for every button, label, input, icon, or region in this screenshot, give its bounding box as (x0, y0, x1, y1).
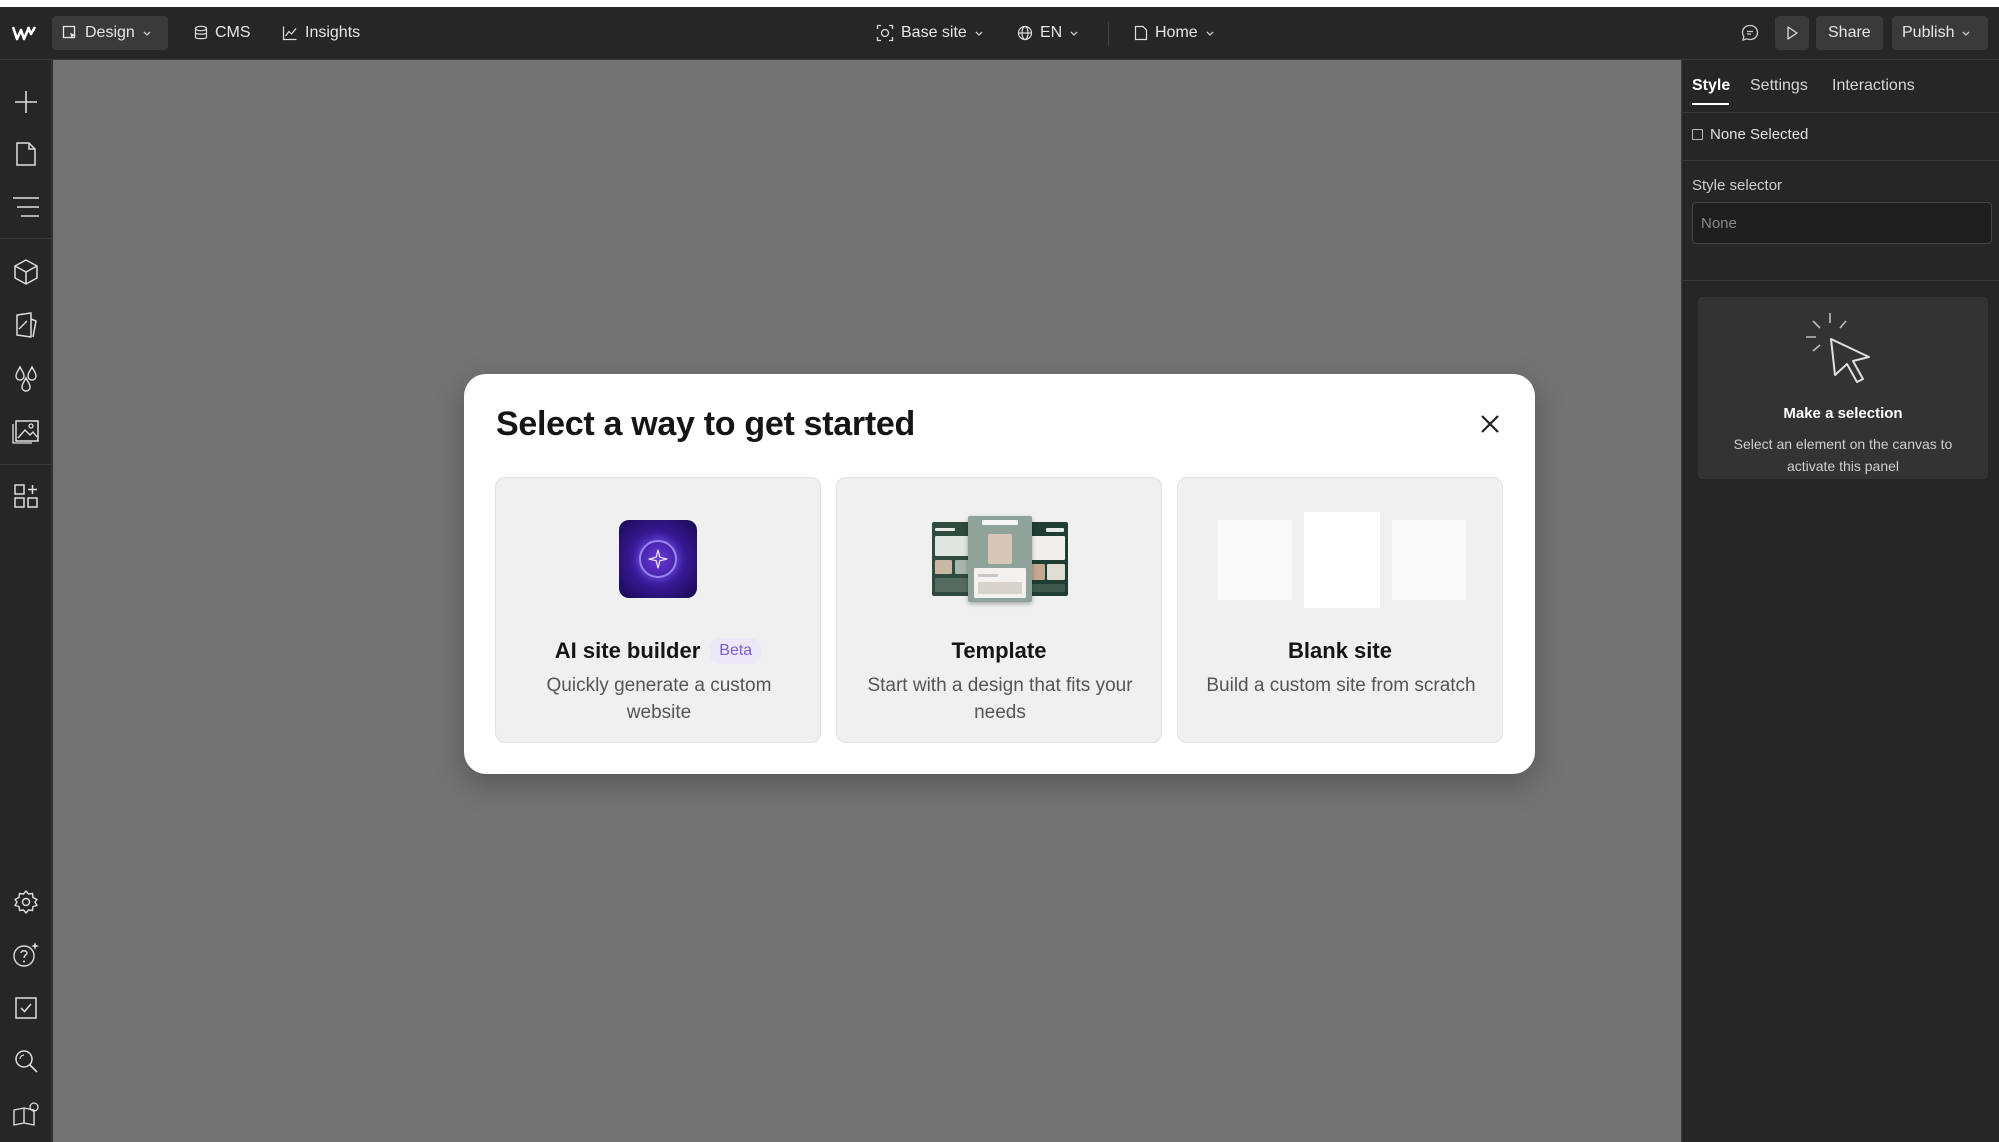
share-label: Share (1828, 24, 1871, 41)
style-manager-icon[interactable] (10, 309, 42, 341)
chevron-down-icon (143, 31, 151, 36)
close-icon[interactable] (1478, 412, 1502, 436)
insights-button[interactable]: Insights (272, 16, 370, 50)
sidebar-divider (0, 238, 52, 239)
share-button[interactable]: Share (1816, 16, 1883, 50)
template-option[interactable]: Template Start with a design that fits y… (836, 477, 1162, 743)
chevron-down-icon (1070, 31, 1078, 36)
locale-dropdown[interactable]: EN (1007, 16, 1089, 50)
assets-icon[interactable] (10, 415, 42, 447)
toolbar-divider (1108, 22, 1109, 46)
cursor-click-icon (1806, 313, 1870, 383)
line-chart-icon (282, 26, 297, 41)
comments-button[interactable] (1732, 16, 1768, 50)
insights-label: Insights (305, 24, 361, 41)
chevron-down-icon (1963, 31, 1970, 36)
audit-checkbox-icon[interactable] (10, 992, 42, 1024)
locale-label: EN (1040, 24, 1063, 41)
globe-icon (1017, 25, 1033, 41)
chevron-down-icon (1206, 31, 1214, 36)
get-started-modal: Select a way to get started AI site buil… (464, 374, 1535, 774)
variables-icon[interactable] (10, 362, 42, 394)
database-icon (194, 25, 208, 40)
page-label: Home (1155, 24, 1198, 41)
ai-sparkle-icon (619, 520, 697, 598)
ai-site-builder-option[interactable]: AI site builder Beta Quickly generate a … (495, 477, 821, 743)
top-toolbar: Design CMS Insights Base site EN Home Sh… (0, 7, 1999, 60)
breakpoint-icon (876, 24, 894, 42)
settings-gear-icon[interactable] (10, 886, 42, 918)
option-title: Template (951, 638, 1047, 663)
active-tab-indicator (1692, 103, 1729, 105)
style-selector-label: Style selector (1692, 177, 1783, 194)
play-icon (1787, 26, 1798, 40)
components-icon[interactable] (10, 256, 42, 288)
option-description: Build a custom site from scratch (1206, 675, 1476, 696)
cms-label: CMS (215, 24, 251, 41)
beta-badge: Beta (710, 638, 762, 664)
video-tutorials-icon[interactable] (10, 1098, 42, 1130)
preview-button[interactable] (1775, 16, 1809, 50)
option-description: Quickly generate a custom website (546, 675, 772, 723)
empty-state-title: Make a selection (1783, 405, 1903, 422)
element-square-icon (1692, 129, 1703, 140)
add-elements-icon[interactable] (10, 86, 42, 118)
panel-tabs: Style Settings Interactions (1682, 60, 1999, 113)
design-mode-button[interactable]: Design (52, 16, 168, 50)
webflow-logo-icon[interactable] (8, 19, 40, 47)
modal-title: Select a way to get started (496, 405, 915, 443)
panel-divider (1682, 280, 1999, 281)
option-title-row: Blank site (1178, 638, 1502, 664)
search-icon[interactable] (10, 1045, 42, 1077)
empty-state-card: Make a selection Select an element on th… (1698, 297, 1988, 479)
publish-button[interactable]: Publish (1892, 16, 1988, 50)
left-sidebar (0, 60, 52, 1142)
option-title: Blank site (1288, 638, 1392, 663)
publish-label: Publish (1902, 24, 1955, 41)
option-description: Start with a design that fits your needs (867, 675, 1133, 723)
tab-style[interactable]: Style (1692, 77, 1730, 95)
option-title: AI site builder (554, 638, 701, 663)
design-label: Design (85, 24, 135, 41)
navigator-icon[interactable] (10, 191, 42, 223)
option-title-row: Template (837, 638, 1161, 664)
tab-interactions[interactable]: Interactions (1832, 77, 1915, 95)
blank-pages-image (1218, 512, 1466, 608)
apps-icon[interactable] (10, 480, 42, 512)
right-panel: Style Settings Interactions None Selecte… (1681, 60, 1999, 1142)
comment-icon (1741, 24, 1759, 41)
selection-indicator: None Selected (1692, 126, 1808, 143)
webflow-designer: Design CMS Insights Base site EN Home Sh… (0, 7, 1999, 1142)
chevron-down-icon (975, 31, 983, 36)
page-icon (1134, 25, 1148, 41)
base-site-dropdown[interactable]: Base site (866, 16, 994, 50)
panel-divider (1682, 160, 1999, 161)
page-dropdown[interactable]: Home (1124, 16, 1225, 50)
option-title-row: AI site builder Beta (496, 638, 820, 664)
cursor-frame-icon (62, 25, 76, 39)
none-selected-label: None Selected (1710, 126, 1809, 143)
base-site-label: Base site (901, 24, 967, 41)
tab-settings[interactable]: Settings (1750, 77, 1808, 95)
cms-button[interactable]: CMS (184, 16, 261, 50)
help-ai-icon[interactable] (10, 939, 42, 971)
template-preview-image (932, 516, 1068, 602)
empty-state-text: Select an element on the canvas to activ… (1733, 436, 1953, 474)
style-selector-input[interactable]: None (1692, 202, 1992, 244)
sidebar-divider (0, 464, 52, 465)
blank-site-option[interactable]: Blank site Build a custom site from scra… (1177, 477, 1503, 743)
pages-icon[interactable] (10, 138, 42, 170)
